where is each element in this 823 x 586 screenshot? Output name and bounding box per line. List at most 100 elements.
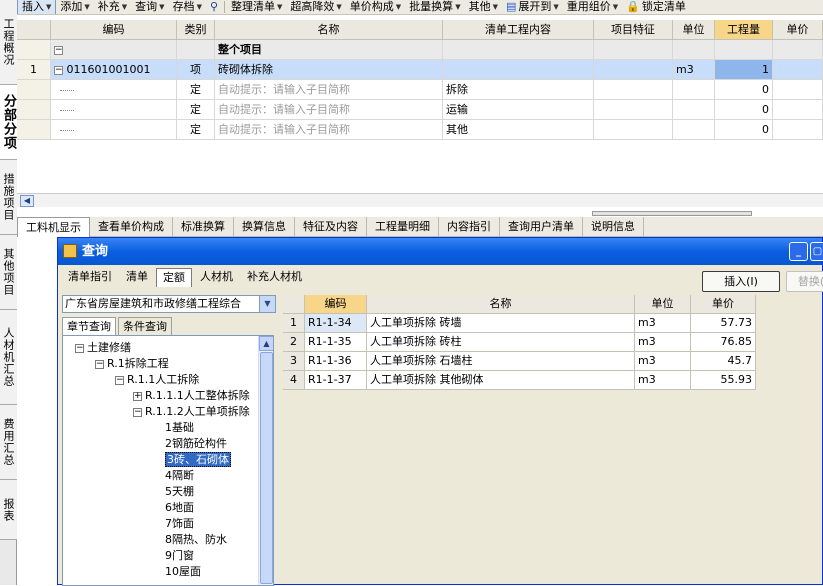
header-price[interactable]: 单价 [691,295,756,314]
collapse-icon[interactable]: − [115,375,124,385]
tree-node[interactable]: − R.1.1.2人工单项拆除 [133,404,250,421]
collapse-icon[interactable]: − [95,359,104,369]
table-row[interactable]: 定 自动提示：请输入子目简称 拆除 0 [17,80,823,100]
table-row[interactable]: 3 R1-1-36 人工单项拆除 石墙柱 m3 45.7 [283,352,756,371]
supplement-button[interactable]: 补充 ▼ [94,0,131,14]
tree-node[interactable]: 6地面 [165,500,194,517]
tab-conversion-info[interactable]: 换算信息 [234,217,295,237]
tab-labor-material[interactable]: 工料机显示 [17,217,90,237]
panel-splitter[interactable] [592,211,752,216]
tree-node[interactable]: 5天棚 [165,484,194,501]
tab-measures[interactable]: 措施项目 [0,160,17,235]
batch-convert-button[interactable]: 批量换算 ▼ [405,0,464,14]
name-hint-cell[interactable]: 自动提示：请输入子目简称 [215,120,443,140]
reuse-pricing-button[interactable]: 重用组价 ▼ [563,0,622,14]
name-hint-cell[interactable]: 自动提示：请输入子目简称 [215,100,443,120]
scroll-up-icon[interactable]: ▲ [259,336,273,351]
archive-button[interactable]: 存档 ▼ [169,0,206,14]
tree-node[interactable]: 4隔断 [165,468,194,485]
add-button[interactable]: 添加 ▼ [56,0,93,14]
query-button[interactable]: 查询 ▼ [131,0,168,14]
expand-icon[interactable]: + [133,391,142,401]
tree-node[interactable]: 10屋面 [165,564,201,581]
header-code[interactable]: 编码 [51,20,177,40]
tab-list-guide[interactable]: 清单指引 [62,268,118,287]
unit-price-button[interactable]: 单价构成 ▼ [346,0,405,14]
collapse-icon[interactable]: − [54,65,63,75]
quota-library-select[interactable]: 广东省房屋建筑和市政修缮工程综合 ▼ [62,295,276,313]
code-cell[interactable] [51,100,177,120]
tab-supplement-materials[interactable]: 补充人材机 [241,268,308,287]
tab-materials-summary[interactable]: 人材机汇总 [0,310,17,405]
header-quantity[interactable]: 工程量 [715,20,773,40]
tab-labor-materials[interactable]: 人材机 [194,268,239,287]
tab-chapter-search[interactable]: 章节查询 [62,317,116,335]
content-cell[interactable]: 其他 [443,120,594,140]
code-cell[interactable]: R1-1-35 [305,333,367,352]
other-button[interactable]: 其他 ▼ [465,0,502,14]
lock-list-button[interactable]: 🔒 锁定清单 [622,0,690,14]
name-cell[interactable]: 人工单项拆除 砖柱 [367,333,635,352]
collapse-icon[interactable]: − [133,407,142,417]
tab-project-overview[interactable]: 工程概况 [0,0,17,85]
tree-node[interactable]: 1基础 [165,420,194,437]
code-cell[interactable] [51,120,177,140]
feature-cell[interactable] [594,120,673,140]
code-cell[interactable]: R1-1-34 [305,314,367,333]
name-cell[interactable]: 整个项目 [215,40,443,60]
unit-cell[interactable]: m3 [673,60,715,80]
tab-unit-price-composition[interactable]: 查看单价构成 [90,217,173,237]
tab-sub-items[interactable]: 分部分项 [0,85,17,160]
collapse-icon[interactable]: − [54,45,63,55]
qty-cell[interactable]: 0 [715,100,773,120]
table-row[interactable]: 定 自动提示：请输入子目简称 运输 0 [17,100,823,120]
high-rise-button[interactable]: 超高降效 ▼ [286,0,345,14]
collapse-icon[interactable]: − [75,343,84,353]
feature-cell[interactable] [594,60,673,80]
header-content[interactable]: 清单工程内容 [443,20,594,40]
scroll-thumb[interactable] [260,352,273,584]
tab-other-items[interactable]: 其他项目 [0,235,17,310]
unit-cell[interactable]: m3 [635,314,691,333]
header-unit-price[interactable]: 单价 [773,20,823,40]
tree-scrollbar[interactable]: ▲ [258,336,273,585]
tab-description[interactable]: 说明信息 [583,217,644,237]
tree-node[interactable]: 9门窗 [165,548,194,565]
unit-cell[interactable]: m3 [635,371,691,390]
qty-cell[interactable]: 0 [715,80,773,100]
tree-node[interactable]: 2钢筋砼构件 [165,436,227,453]
tab-content-guide[interactable]: 内容指引 [439,217,500,237]
code-cell[interactable]: − 011601001001 [51,60,177,80]
tab-standard-conversion[interactable]: 标准换算 [173,217,234,237]
unit-cell[interactable]: m3 [635,352,691,371]
tree-node[interactable]: 7饰面 [165,516,194,533]
feature-cell[interactable] [594,100,673,120]
chevron-down-icon[interactable]: ▼ [46,0,51,14]
table-row[interactable]: 1 R1-1-34 人工单项拆除 砖墙 m3 57.73 [283,314,756,333]
header-unit[interactable]: 单位 [673,20,715,40]
tab-quota[interactable]: 定额 [156,268,192,287]
replace-button[interactable]: 替换( [786,271,823,292]
tab-features-content[interactable]: 特征及内容 [295,217,367,237]
header-name[interactable]: 名称 [367,295,635,314]
name-cell[interactable]: 人工单项拆除 石墙柱 [367,352,635,371]
price-cell[interactable]: 76.85 [691,333,756,352]
table-row[interactable]: − 整个项目 [17,40,823,60]
qty-cell[interactable]: 1 [715,60,773,80]
header-code[interactable]: 编码 [305,295,367,314]
name-cell[interactable]: 人工单项拆除 其他砌体 [367,371,635,390]
header-type[interactable]: 类别 [177,20,215,40]
tree-node-selected[interactable]: 3砖、石砌体 [165,452,231,469]
tab-fee-summary[interactable]: 费用汇总 [0,405,17,480]
table-row[interactable]: 4 R1-1-37 人工单项拆除 其他砌体 m3 55.93 [283,371,756,390]
binoculars-button[interactable]: ⚲ [206,0,222,14]
name-cell[interactable]: 砖砌体拆除 [215,60,443,80]
horizontal-scrollbar[interactable]: ◀ [17,193,823,207]
tree-node[interactable]: 8隔热、防水 [165,532,227,549]
name-cell[interactable]: 人工单项拆除 砖墙 [367,314,635,333]
content-cell[interactable]: 拆除 [443,80,594,100]
maximize-icon[interactable]: ▢ [810,242,823,261]
expand-to-button[interactable]: ▤ 展开到 ▼ [502,0,563,14]
feature-cell[interactable] [594,80,673,100]
content-cell[interactable] [443,60,594,80]
